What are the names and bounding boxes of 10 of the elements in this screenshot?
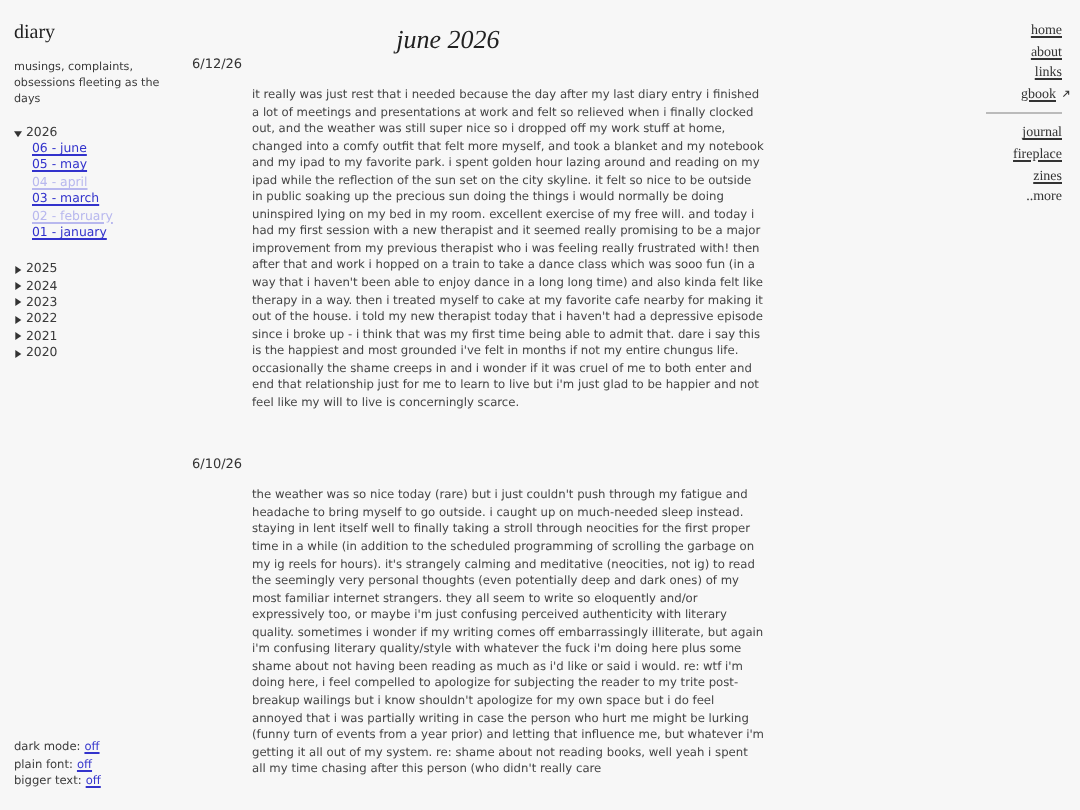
disclosure-triangle-icon[interactable] [14, 332, 22, 341]
disclosure-triangle-icon[interactable] [14, 282, 22, 291]
page-title: june 2026 [391, 24, 502, 56]
disclosure-triangle-icon[interactable] [14, 129, 22, 138]
disclosure-triangle-icon[interactable] [14, 298, 22, 307]
disclosure-triangle-icon[interactable] [14, 265, 22, 274]
external-arrow-icon [1062, 90, 1070, 99]
disclosure-triangle-icon[interactable] [14, 349, 22, 358]
site-title: diary [14, 22, 58, 44]
disclosure-triangle-icon[interactable] [14, 315, 22, 324]
